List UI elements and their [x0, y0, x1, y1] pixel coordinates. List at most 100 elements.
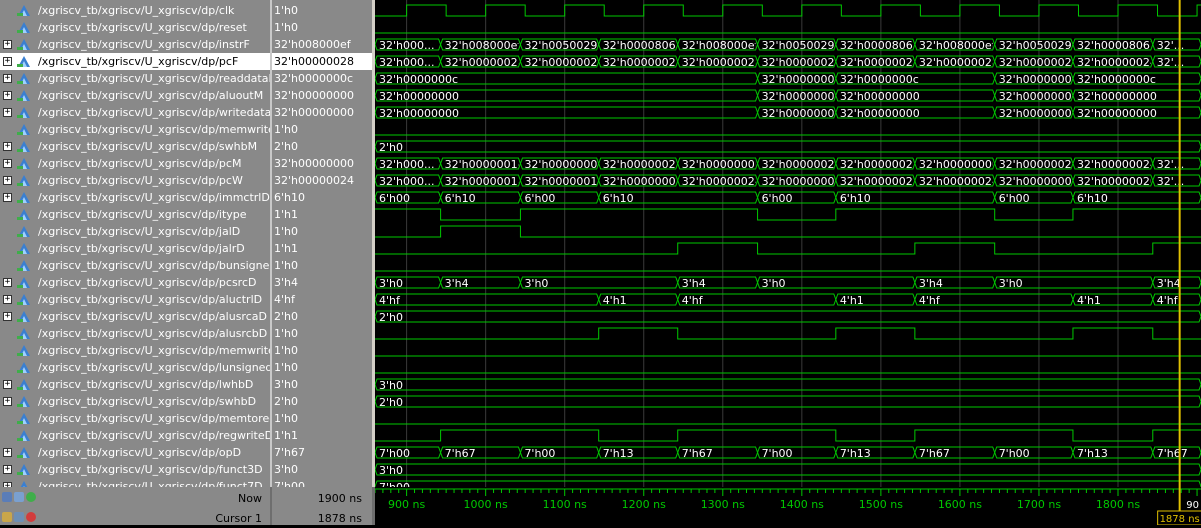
expand-plus-icon[interactable]: +	[3, 108, 12, 117]
bus-value-label: 32'h00000024	[919, 175, 999, 188]
bus-value-label: 32'h00000000	[840, 90, 920, 103]
signal-name: /xgriscv_tb/xgriscv/U_xgriscv/dp/immctrl…	[38, 191, 270, 204]
signal-row[interactable]: +/xgriscv_tb/xgriscv/U_xgriscv/dp/funct7…	[0, 478, 270, 487]
expand-plus-icon[interactable]: +	[3, 465, 12, 474]
expand-plus-icon[interactable]: +	[3, 176, 12, 185]
signal-name: /xgriscv_tb/xgriscv/U_xgriscv/dp/aluctrl…	[38, 293, 263, 306]
signal-row[interactable]: + /xgriscv_tb/xgriscv/U_xgriscv/dp/immctr…	[0, 189, 270, 206]
bus-value-label: 3'h0	[762, 277, 786, 290]
bit-waveform	[375, 208, 1201, 221]
signal-row[interactable]: /xgriscv_tb/xgriscv/U_xgriscv/dp/jalD	[0, 223, 270, 240]
signal-value-row: 7'h67	[272, 444, 372, 461]
expand-plus-icon[interactable]: +	[3, 57, 12, 66]
lock-icon[interactable]	[2, 512, 12, 522]
signal-name: /xgriscv_tb/xgriscv/U_xgriscv/dp/jalD	[38, 225, 241, 238]
signal-value-row: 3'h0	[272, 376, 372, 393]
expand-plus-icon[interactable]: +	[3, 295, 12, 304]
expand-plus-icon[interactable]: +	[3, 312, 12, 321]
bus-value-label: 32'h00500293	[762, 39, 842, 52]
signal-row[interactable]: + /xgriscv_tb/xgriscv/U_xgriscv/dp/swhbM	[0, 138, 270, 155]
signal-value-row: 1'h1	[272, 240, 372, 257]
signal-row[interactable]: /xgriscv_tb/xgriscv/U_xgriscv/dp/memwrit…	[0, 342, 270, 359]
signal-row[interactable]: /xgriscv_tb/xgriscv/U_xgriscv/dp/lunsign…	[0, 359, 270, 376]
time-ruler-canvas[interactable]: 900 ns 1000 ns 1100 ns 1200 ns 1300 ns 1400 n…	[374, 487, 1201, 526]
waveform-canvas[interactable]: 32'h000... 32'h008000ef 32'h0050029332'h00…	[374, 0, 1201, 494]
bus-value-label: 32'h00000024	[1077, 56, 1157, 69]
signal-row[interactable]: /xgriscv_tb/xgriscv/U_xgriscv/dp/itype	[0, 206, 270, 223]
signal-value: 4'hf	[274, 293, 295, 306]
signal-row[interactable]: + /xgriscv_tb/xgriscv/U_xgriscv/dp/aluout…	[0, 87, 270, 104]
cursor-value: 1878 ns	[317, 512, 362, 525]
signal-row[interactable]: + /xgriscv_tb/xgriscv/U_xgriscv/dp/funct3…	[0, 461, 270, 478]
signal-row[interactable]: /xgriscv_tb/xgriscv/U_xgriscv/dp/regwrit…	[0, 427, 270, 444]
signal-name: /xgriscv_tb/xgriscv/U_xgriscv/dp/memwrit…	[38, 123, 270, 136]
expand-plus-icon[interactable]: +	[3, 193, 12, 202]
expand-plus-icon[interactable]: +	[3, 397, 12, 406]
bus-value-label: 32'h00000024	[840, 158, 920, 171]
bus-value-label: 32'h00000024	[603, 158, 683, 171]
signal-name: /xgriscv_tb/xgriscv/U_xgriscv/dp/pcW	[38, 174, 243, 187]
bus-value-label: 2'h0	[379, 141, 403, 154]
signal-icon	[17, 362, 30, 373]
bus-value-label: 2'h0	[379, 311, 403, 324]
edit-cursor-icon[interactable]	[14, 512, 24, 522]
signal-row[interactable]: + /xgriscv_tb/xgriscv/U_xgriscv/dp/aluctr…	[0, 291, 270, 308]
expand-plus-icon[interactable]: +	[3, 142, 12, 151]
signal-name: /xgriscv_tb/xgriscv/U_xgriscv/dp/lunsign…	[38, 361, 270, 374]
signal-value: 3'h0	[274, 463, 298, 476]
signal-row[interactable]: /xgriscv_tb/xgriscv/U_xgriscv/dp/memwrit…	[0, 121, 270, 138]
waveform-pane[interactable]: 32'h000... 32'h008000ef 32'h00500293 32'h00…	[374, 0, 1201, 494]
wave-toolbar-icon[interactable]	[2, 492, 12, 502]
expand-plus-icon[interactable]: +	[3, 74, 12, 83]
cursor-go-icon[interactable]	[26, 492, 36, 502]
bus-value-label: 32'h00000024	[1077, 158, 1157, 171]
bus-value-label: 32'h00000020	[524, 56, 604, 69]
bit-waveform	[375, 225, 1201, 238]
signal-value-row: 3'h4	[272, 274, 372, 291]
signal-icon	[17, 345, 30, 356]
cursor-label: Cursor 1	[215, 512, 262, 525]
signal-value-row: 1'h0	[272, 342, 372, 359]
signal-row[interactable]: /xgriscv_tb/xgriscv/U_xgriscv/dp/memtore…	[0, 410, 270, 427]
bus-value-label: 32'h00500293	[999, 39, 1079, 52]
ruler-label: 1600 ns	[938, 498, 982, 511]
signal-name: /xgriscv_tb/xgriscv/U_xgriscv/dp/funct7D	[38, 480, 263, 487]
signal-icon	[17, 277, 30, 288]
signal-row[interactable]: + /xgriscv_tb/xgriscv/U_xgriscv/dp/opD	[0, 444, 270, 461]
signal-name: /xgriscv_tb/xgriscv/U_xgriscv/dp/readdat…	[38, 72, 270, 85]
signal-row[interactable]: /xgriscv_tb/xgriscv/U_xgriscv/dp/clk	[0, 2, 270, 19]
signal-name: /xgriscv_tb/xgriscv/U_xgriscv/dp/itype	[38, 208, 247, 221]
signal-row[interactable]: + /xgriscv_tb/xgriscv/U_xgriscv/dp/pcW	[0, 172, 270, 189]
signal-row[interactable]: + /xgriscv_tb/xgriscv/U_xgriscv/dp/pcF	[0, 53, 270, 70]
bus-value-label: 32'h00000000	[999, 73, 1079, 86]
time-ruler[interactable]: 900 ns 1000 ns 1100 ns 1200 ns 1300 ns 1400 n…	[374, 487, 1201, 526]
signal-row[interactable]: + /xgriscv_tb/xgriscv/U_xgriscv/dp/pcsrcD	[0, 274, 270, 291]
bus-value-label: 3'h0	[999, 277, 1023, 290]
signal-row[interactable]: /xgriscv_tb/xgriscv/U_xgriscv/dp/alusrcb…	[0, 325, 270, 342]
signal-value-row: 3'h0	[272, 461, 372, 478]
signal-row[interactable]: + /xgriscv_tb/xgriscv/U_xgriscv/dp/lwhbD	[0, 376, 270, 393]
signal-row[interactable]: + /xgriscv_tb/xgriscv/U_xgriscv/dp/instrF	[0, 36, 270, 53]
signal-row[interactable]: + /xgriscv_tb/xgriscv/U_xgriscv/dp/readda…	[0, 70, 270, 87]
expand-plus-icon[interactable]: +	[3, 448, 12, 457]
signal-row[interactable]: + /xgriscv_tb/xgriscv/U_xgriscv/dp/pcM	[0, 155, 270, 172]
expand-plus-icon[interactable]: +	[3, 380, 12, 389]
expand-plus-icon[interactable]: +	[3, 159, 12, 168]
expand-plus-icon[interactable]: +	[3, 278, 12, 287]
cursor-add-icon[interactable]	[14, 492, 24, 502]
signal-row[interactable]: + /xgriscv_tb/xgriscv/U_xgriscv/dp/writed…	[0, 104, 270, 121]
expand-plus-icon[interactable]: +	[3, 91, 12, 100]
signal-name: /xgriscv_tb/xgriscv/U_xgriscv/dp/alusrcb…	[38, 327, 268, 340]
signal-row[interactable]: /xgriscv_tb/xgriscv/U_xgriscv/dp/reset	[0, 19, 270, 36]
signal-row[interactable]: + /xgriscv_tb/xgriscv/U_xgriscv/dp/swhbD	[0, 393, 270, 410]
bit-waveform	[375, 242, 1201, 255]
bus-value-label: 32'h00000000	[919, 158, 999, 171]
signal-row[interactable]: + /xgriscv_tb/xgriscv/U_xgriscv/dp/alusrc…	[0, 308, 270, 325]
signal-row[interactable]: /xgriscv_tb/xgriscv/U_xgriscv/dp/bunsign…	[0, 257, 270, 274]
bus-value-label: 6'h00	[524, 192, 555, 205]
expand-plus-icon[interactable]: +	[3, 40, 12, 49]
signal-row[interactable]: /xgriscv_tb/xgriscv/U_xgriscv/dp/jalrD	[0, 240, 270, 257]
ruler-label: 900 ns	[388, 498, 425, 511]
delete-cursor-icon[interactable]	[26, 512, 36, 522]
signal-icon	[17, 464, 30, 475]
